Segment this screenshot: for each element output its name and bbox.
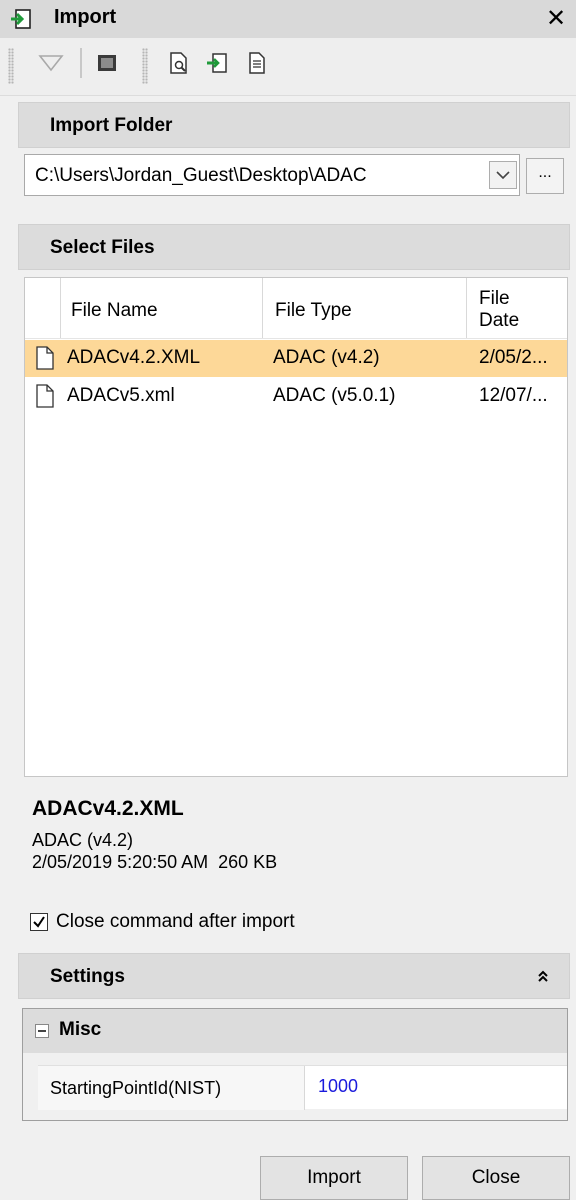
select-files-header: Select Files xyxy=(18,224,570,270)
title-bar: Import ✕ xyxy=(0,0,576,38)
selected-file-name: ADACv4.2.XML xyxy=(32,797,184,820)
chevron-down-icon[interactable] xyxy=(489,161,517,189)
file-type-header-label: File Type xyxy=(275,300,352,321)
file-date-header-line1: File xyxy=(479,288,510,309)
property-value[interactable]: 1000 xyxy=(318,1076,358,1097)
toolbar-grip-2[interactable] xyxy=(142,48,148,84)
folder-path-combo[interactable]: C:\Users\Jordan_Guest\Desktop\ADAC xyxy=(24,154,520,196)
import-button[interactable]: Import xyxy=(260,1156,408,1200)
view-icon[interactable] xyxy=(92,48,122,78)
toolbar-grip[interactable] xyxy=(8,48,14,84)
column-header-file-name[interactable]: File Name xyxy=(61,278,263,338)
close-after-import-checkbox[interactable] xyxy=(30,913,48,931)
file-type-cell: ADAC (v5.0.1) xyxy=(273,385,396,406)
file-icon xyxy=(36,346,54,370)
property-name: StartingPointId(NIST) xyxy=(38,1066,305,1110)
toolbar xyxy=(0,38,576,96)
close-button[interactable]: Close xyxy=(422,1156,570,1200)
category-label: Misc xyxy=(59,1019,102,1040)
column-header-icon[interactable] xyxy=(25,278,61,338)
document-icon[interactable] xyxy=(242,48,272,78)
folder-path-text: C:\Users\Jordan_Guest\Desktop\ADAC xyxy=(35,165,367,186)
column-header-file-date[interactable]: File Date xyxy=(467,278,567,338)
import-folder-header: Import Folder xyxy=(18,102,570,148)
file-name-cell: ADACv5.xml xyxy=(67,385,175,406)
file-name-cell: ADACv4.2.XML xyxy=(67,347,201,368)
import-icon[interactable] xyxy=(202,48,232,78)
file-icon xyxy=(36,384,54,408)
close-after-import-label: Close command after import xyxy=(56,911,295,932)
import-arrow-icon xyxy=(11,9,31,29)
file-list[interactable]: File Name File Type File Date ADACv4.2.X… xyxy=(24,277,568,777)
table-row[interactable]: ADACv5.xml ADAC (v5.0.1) 12/07/... xyxy=(25,378,567,415)
selected-file-date-size: 2/05/2019 5:20:50 AM 260 KB xyxy=(32,852,278,872)
file-date-cell: 2/05/2... xyxy=(479,347,548,368)
collapse-chevrons-icon[interactable] xyxy=(537,969,549,985)
browse-folder-button[interactable]: ... xyxy=(526,158,564,194)
window-title: Import xyxy=(54,6,117,28)
settings-header[interactable]: Settings xyxy=(18,953,570,999)
preview-icon[interactable] xyxy=(164,48,194,78)
header-divider xyxy=(25,338,567,339)
property-grid: Misc StartingPointId(NIST) 1000 xyxy=(22,1008,568,1121)
file-name-header-label: File Name xyxy=(71,300,158,321)
property-row[interactable]: StartingPointId(NIST) 1000 xyxy=(38,1065,567,1110)
filter-icon[interactable] xyxy=(36,48,66,78)
category-misc[interactable]: Misc xyxy=(23,1009,567,1053)
close-after-import-option[interactable]: Close command after import xyxy=(30,908,295,936)
settings-title: Settings xyxy=(50,966,125,987)
table-row[interactable]: ADACv4.2.XML ADAC (v4.2) 2/05/2... xyxy=(25,340,567,377)
close-icon[interactable]: ✕ xyxy=(546,4,566,33)
checkmark-icon xyxy=(33,916,45,928)
file-type-cell: ADAC (v4.2) xyxy=(273,347,380,368)
collapse-minus-icon[interactable] xyxy=(35,1024,49,1038)
file-date-cell: 12/07/... xyxy=(479,385,548,406)
column-header-file-type[interactable]: File Type xyxy=(263,278,467,338)
toolbar-separator xyxy=(80,48,82,78)
file-date-header-line2: Date xyxy=(479,310,520,331)
selected-file-type: ADAC (v4.2) xyxy=(32,830,134,850)
